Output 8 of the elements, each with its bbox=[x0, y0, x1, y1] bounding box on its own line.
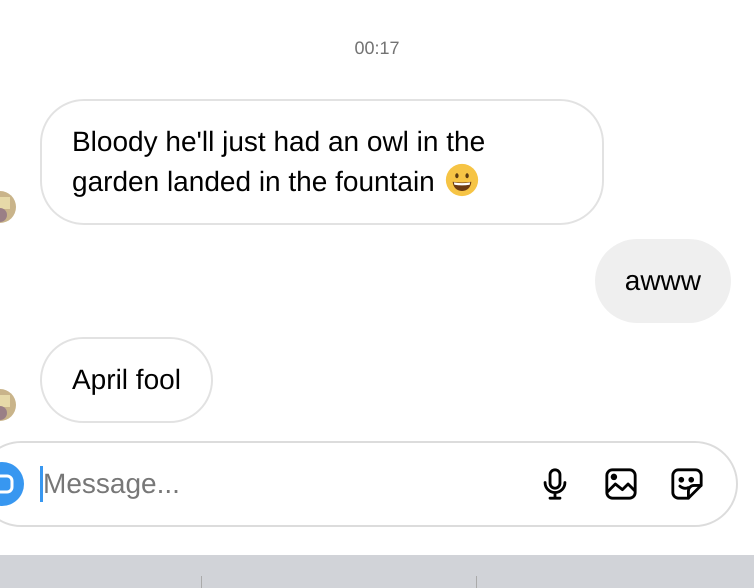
message-bubble: April fool bbox=[40, 337, 213, 423]
message-bubble: Bloody he'll just had an owl in the garden landed in the fountain bbox=[40, 99, 604, 225]
timestamp: 00:17 bbox=[354, 38, 400, 59]
message-composer[interactable]: Message... bbox=[0, 441, 738, 527]
message-bubble: awww bbox=[594, 239, 731, 323]
grinning-face-icon bbox=[444, 163, 479, 197]
sticker-icon[interactable] bbox=[670, 467, 704, 501]
image-icon[interactable] bbox=[604, 467, 638, 501]
